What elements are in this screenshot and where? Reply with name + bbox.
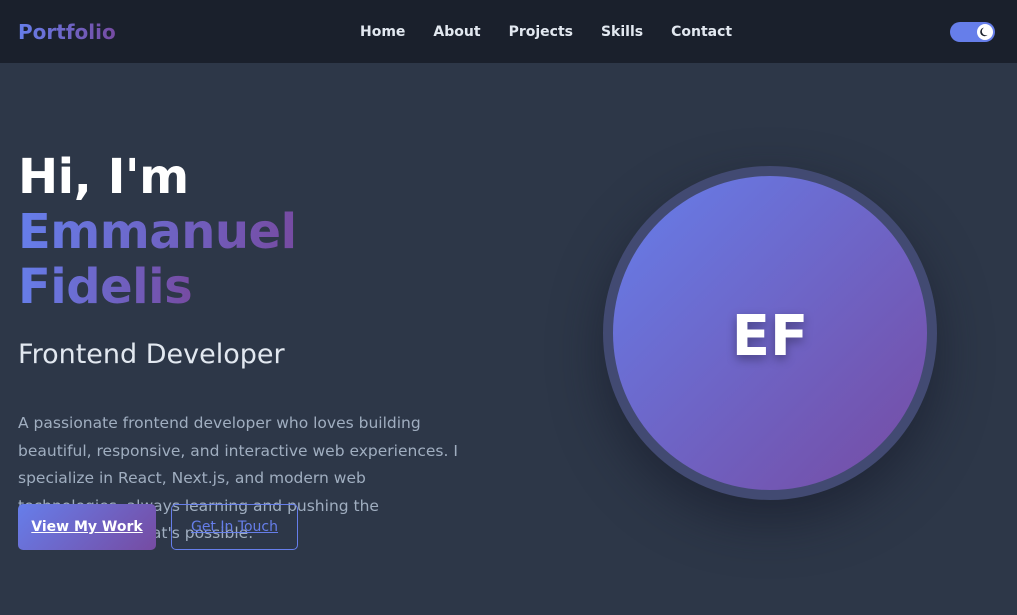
theme-toggle[interactable]: [950, 22, 995, 42]
nav-link-contact[interactable]: Contact: [657, 24, 746, 40]
nav-link-home[interactable]: Home: [346, 24, 419, 40]
moon-icon: [980, 27, 988, 37]
nav-item-home: Home: [346, 23, 419, 41]
nav-link-about[interactable]: About: [419, 24, 494, 40]
hero-greeting: Hi, I'm: [18, 149, 189, 205]
hero-first-name: Emmanuel: [18, 204, 297, 260]
hero-buttons: View My Work Get In Touch: [18, 504, 298, 550]
nav-link-projects[interactable]: Projects: [495, 24, 587, 40]
avatar-initials: EF: [731, 303, 809, 369]
nav-item-contact: Contact: [657, 23, 746, 41]
logo[interactable]: Portfolio: [18, 20, 116, 44]
nav-item-skills: Skills: [587, 23, 657, 41]
avatar-ring: EF: [603, 166, 937, 500]
view-my-work-button[interactable]: View My Work: [18, 504, 156, 550]
nav-links: Home About Projects Skills Contact: [346, 0, 746, 63]
nav-item-about: About: [419, 23, 494, 41]
hero-last-name: Fidelis: [18, 259, 193, 315]
toggle-knob: [977, 24, 993, 40]
navbar: Portfolio Home About Projects Skills Con…: [0, 0, 1017, 63]
nav-link-skills[interactable]: Skills: [587, 24, 657, 40]
nav-item-projects: Projects: [495, 23, 587, 41]
hero-subtitle: Frontend Developer: [18, 339, 285, 370]
avatar: EF: [613, 176, 927, 490]
get-in-touch-button[interactable]: Get In Touch: [171, 504, 298, 550]
hero-content: Hi, I'm Emmanuel Fidelis Frontend Develop…: [18, 150, 478, 548]
hero-title: Hi, I'm Emmanuel Fidelis: [18, 150, 478, 315]
